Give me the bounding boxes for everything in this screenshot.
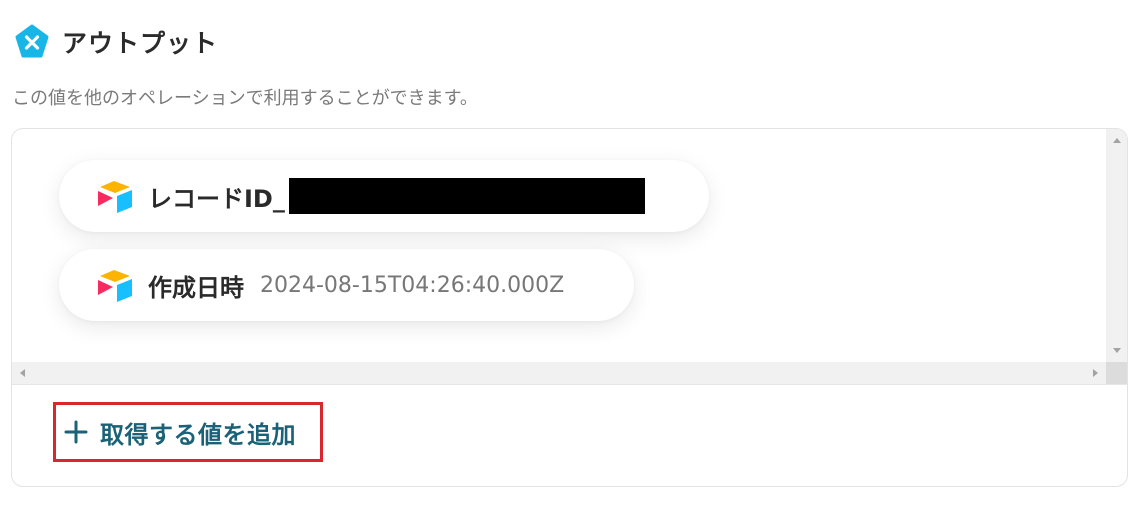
add-value-label: 取得する値を追加 — [100, 420, 296, 449]
horizontal-scrollbar[interactable] — [12, 362, 1106, 384]
add-value-button[interactable]: 取得する値を追加 — [53, 402, 323, 462]
output-panel: レコードID_ 作成日時 2024-08-15T04:26:40.000Z 取得… — [11, 128, 1128, 487]
airtable-icon — [98, 270, 132, 302]
redacted-value — [288, 178, 645, 214]
scroll-down-arrow-icon[interactable] — [1113, 348, 1121, 353]
section-title: アウトプット — [62, 29, 219, 58]
scrollbar-corner — [1106, 362, 1127, 384]
output-label: レコードID_ — [148, 184, 285, 213]
plus-icon — [64, 420, 88, 444]
output-item-record-id[interactable]: レコードID_ — [59, 160, 709, 232]
output-value: 2024-08-15T04:26:40.000Z — [260, 272, 565, 298]
vertical-scrollbar[interactable] — [1106, 129, 1127, 362]
airtable-icon — [98, 181, 132, 213]
output-label: 作成日時 — [148, 273, 244, 302]
section-header: アウトプット — [14, 24, 218, 60]
scroll-left-arrow-icon[interactable] — [20, 369, 25, 377]
scroll-right-arrow-icon[interactable] — [1093, 369, 1098, 377]
scroll-up-arrow-icon[interactable] — [1113, 138, 1121, 143]
yoom-logo-icon — [15, 24, 49, 58]
output-list: レコードID_ 作成日時 2024-08-15T04:26:40.000Z — [12, 129, 1106, 362]
section-description: この値を他のオペレーションで利用することができます。 — [12, 88, 478, 109]
output-item-created-time[interactable]: 作成日時 2024-08-15T04:26:40.000Z — [59, 249, 634, 321]
divider — [12, 384, 1127, 385]
